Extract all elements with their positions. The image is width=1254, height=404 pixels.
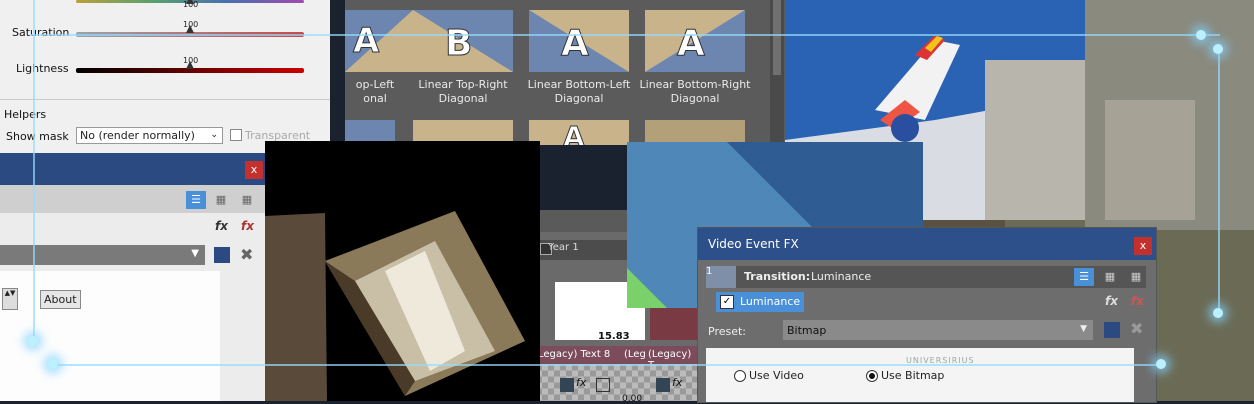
list-view-icon[interactable]: ☰ bbox=[186, 191, 206, 209]
event-pan-icon[interactable] bbox=[656, 378, 670, 392]
chevron-down-icon: ▼ bbox=[191, 248, 199, 259]
window-titlebar[interactable]: x bbox=[0, 153, 265, 185]
glow-node bbox=[28, 336, 38, 346]
preset-select[interactable]: ▼ bbox=[0, 245, 205, 265]
glow-node bbox=[1213, 308, 1223, 318]
preset-label: Preset: bbox=[708, 325, 747, 338]
bottom-value: 0.00 bbox=[622, 394, 643, 404]
chevron-down-icon: ⌄ bbox=[210, 130, 218, 140]
thumb-letter: A bbox=[353, 21, 380, 61]
event-crop-icon[interactable] bbox=[596, 378, 610, 392]
saturation-thumb[interactable] bbox=[186, 25, 194, 33]
add-fx-icon[interactable]: fx bbox=[1105, 294, 1118, 308]
plugin-content: UNIVERSIRIUS Use Video Use Bitmap bbox=[706, 348, 1134, 402]
preset-value: Bitmap bbox=[787, 324, 827, 337]
transition-thumbnail[interactable]: A bbox=[345, 10, 413, 72]
delete-icon[interactable]: ✖ bbox=[240, 245, 253, 264]
transition-label: Linear Bottom-Left Diagonal bbox=[527, 78, 631, 105]
scrollbar-thumb[interactable] bbox=[773, 0, 781, 75]
add-fx-icon[interactable]: fx bbox=[215, 219, 228, 233]
show-mask-value: No (render normally) bbox=[80, 129, 195, 142]
year-label: Year 1 bbox=[548, 242, 579, 253]
glow-node bbox=[1156, 359, 1166, 369]
plugin-chip[interactable]: ✓ Luminance bbox=[716, 292, 804, 312]
lightness-slider[interactable] bbox=[76, 61, 304, 73]
glow-line bbox=[53, 364, 1163, 366]
preset-select[interactable]: Bitmap ▼ bbox=[783, 320, 1093, 340]
video-event-fx-window: Video Event FX x 1 Transition: Luminance… bbox=[697, 227, 1157, 403]
list-view-icon[interactable]: ☰ bbox=[1074, 268, 1094, 286]
delete-icon[interactable]: ✖ bbox=[1130, 319, 1143, 338]
use-video-label: Use Video bbox=[749, 369, 804, 382]
thumb-letter: A bbox=[563, 120, 585, 145]
transition-thumbnail[interactable]: A bbox=[529, 120, 629, 145]
spinner-icon[interactable]: ▲▼ bbox=[2, 288, 18, 310]
show-mask-select[interactable]: No (render normally) ⌄ bbox=[76, 127, 223, 144]
lightness-thumb[interactable] bbox=[186, 61, 194, 69]
thumb-letter: A bbox=[677, 23, 705, 64]
grid-view-icon[interactable]: ▦ bbox=[211, 191, 231, 209]
transition-thumbnail[interactable]: A bbox=[529, 10, 629, 72]
use-bitmap-radio[interactable] bbox=[866, 370, 878, 382]
divider bbox=[0, 99, 330, 100]
remove-fx-icon[interactable]: fx bbox=[1131, 294, 1144, 308]
cube-preview bbox=[265, 141, 540, 401]
transition-label: Linear Bottom-Right Diagonal bbox=[639, 78, 751, 105]
window-title: Video Event FX bbox=[708, 237, 799, 251]
cube-render bbox=[265, 211, 525, 401]
table-view-icon[interactable]: ▦ bbox=[1126, 268, 1146, 286]
save-icon[interactable] bbox=[214, 247, 230, 263]
close-button[interactable]: x bbox=[1134, 237, 1152, 255]
clip-strip: Legacy) Text 8 (Leg (Legacy) T bbox=[538, 346, 700, 371]
grid-view-icon[interactable]: ▦ bbox=[1100, 268, 1120, 286]
close-button[interactable]: x bbox=[245, 161, 263, 179]
about-button[interactable]: About bbox=[40, 290, 81, 309]
glow-node bbox=[1196, 30, 1206, 40]
hue-thumb[interactable] bbox=[186, 0, 194, 4]
event-fx-icon[interactable]: fx bbox=[576, 376, 586, 389]
glow-line bbox=[30, 34, 1220, 36]
plugin-enable-checkbox[interactable]: ✓ bbox=[720, 295, 734, 309]
grid-scrollbar[interactable] bbox=[770, 0, 784, 145]
clip-label: (Leg bbox=[624, 349, 646, 360]
plugin-label: Luminance bbox=[740, 295, 801, 308]
transitions-grid: A B A A op-Left onal Linear Top-Right Diag… bbox=[345, 0, 785, 145]
glow-node bbox=[1213, 44, 1223, 54]
event-pan-icon[interactable] bbox=[560, 378, 574, 392]
event-fx-icon[interactable]: fx bbox=[672, 376, 682, 389]
timeline-value: 15.83 bbox=[598, 331, 630, 342]
helpers-label: Helpers bbox=[4, 108, 47, 121]
color-correction-panel: 100 Saturation 100 Lightness 100 Helpers… bbox=[0, 0, 330, 160]
remove-fx-icon[interactable]: fx bbox=[241, 219, 254, 233]
chevron-down-icon: ▼ bbox=[1080, 324, 1087, 334]
thumb-letter: B bbox=[445, 23, 472, 64]
glow-line bbox=[1218, 50, 1220, 315]
use-bitmap-label: Use Bitmap bbox=[881, 369, 945, 382]
transition-bar: 1 Transition: Luminance ☰ ▦ ▦ bbox=[706, 266, 1146, 288]
preset-badge: 1 bbox=[706, 266, 736, 288]
saturation-label: Saturation bbox=[12, 26, 70, 39]
transition-thumbnail[interactable]: A bbox=[645, 10, 745, 72]
transparent-checkbox[interactable] bbox=[230, 129, 242, 141]
glow-line bbox=[33, 0, 35, 340]
lightness-label: Lightness bbox=[16, 62, 69, 75]
table-view-icon[interactable]: ▦ bbox=[237, 191, 257, 209]
transition-label: Linear Top-Right Diagonal bbox=[418, 78, 508, 105]
thumb-letter: A bbox=[561, 23, 589, 64]
use-video-radio[interactable] bbox=[734, 370, 746, 382]
transition-label: Transition: bbox=[744, 270, 811, 283]
glow-node bbox=[48, 359, 58, 369]
transition-value: Luminance bbox=[811, 270, 872, 283]
show-mask-label: Show mask bbox=[6, 130, 69, 143]
plugin-chain-bar: ☰ ▦ ▦ bbox=[0, 185, 265, 213]
window-titlebar[interactable]: Video Event FX x bbox=[698, 228, 1156, 260]
transition-thumbnail[interactable]: B bbox=[413, 10, 513, 72]
save-icon[interactable] bbox=[1104, 322, 1120, 338]
clip-label: Legacy) Text 8 bbox=[538, 349, 611, 360]
